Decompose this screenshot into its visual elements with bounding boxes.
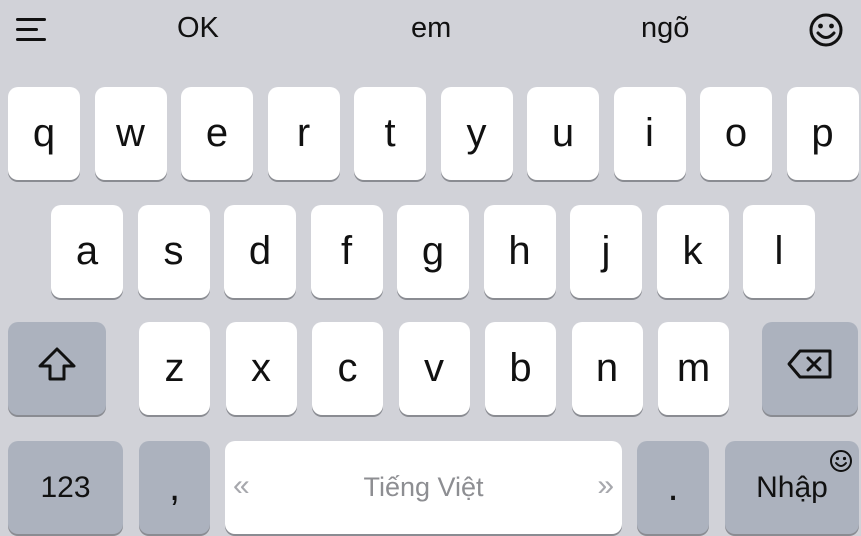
keyboard: OK em ngõ q w e r t y u i o p a s d f g h j k l z x c v b n m 1… <box>0 0 861 536</box>
key-label: s <box>163 229 184 273</box>
key-l[interactable]: l <box>743 205 815 298</box>
key-y[interactable]: y <box>440 87 513 180</box>
key-label: l <box>774 229 784 273</box>
key-n[interactable]: n <box>571 322 643 415</box>
key-h[interactable]: h <box>483 205 556 298</box>
key-e[interactable]: e <box>181 87 253 180</box>
key-j[interactable]: j <box>570 205 642 298</box>
key-label: r <box>296 111 311 155</box>
suggestion-bar: OK em ngõ <box>0 0 861 62</box>
key-i[interactable]: i <box>613 87 686 180</box>
enter-key[interactable]: Nhập <box>725 441 859 534</box>
key-label: p <box>811 111 834 155</box>
key-s[interactable]: s <box>137 205 210 298</box>
key-d[interactable]: d <box>224 205 296 298</box>
key-label: d <box>248 229 272 273</box>
numbers-key[interactable]: 123 <box>8 441 123 534</box>
key-label: e <box>205 111 229 155</box>
chevron-left-icon: « <box>233 469 250 502</box>
key-label: a <box>75 229 99 273</box>
key-label: n <box>595 346 619 390</box>
key-u[interactable]: u <box>527 87 599 180</box>
key-label: x <box>251 346 271 390</box>
key-label: h <box>508 229 531 273</box>
backspace-icon <box>786 346 834 391</box>
suggestion-3[interactable]: ngõ <box>641 12 689 45</box>
key-label: q <box>32 111 56 155</box>
key-g[interactable]: g <box>397 205 469 298</box>
backspace-key[interactable] <box>762 322 858 415</box>
menu-icon[interactable] <box>16 14 56 46</box>
key-label: v <box>424 346 444 390</box>
comma-key[interactable]: , <box>139 441 210 534</box>
key-o[interactable]: o <box>700 87 772 180</box>
key-label: z <box>164 346 185 390</box>
key-label: g <box>421 229 445 273</box>
key-label: m <box>676 346 711 390</box>
key-f[interactable]: f <box>310 205 383 298</box>
key-label: b <box>509 346 532 390</box>
key-label: w <box>116 111 145 155</box>
numbers-key-label: 123 <box>40 470 91 504</box>
suggestion-2[interactable]: em <box>411 12 451 45</box>
shift-key[interactable] <box>8 322 106 415</box>
key-label: u <box>551 111 575 155</box>
key-a[interactable]: a <box>51 205 123 298</box>
key-m[interactable]: m <box>658 322 729 415</box>
key-label: i <box>645 111 654 155</box>
key-label: o <box>724 111 748 155</box>
key-x[interactable]: x <box>225 322 297 415</box>
key-k[interactable]: k <box>656 205 729 298</box>
key-t[interactable]: t <box>354 87 426 180</box>
shift-arrow-icon <box>37 346 77 392</box>
space-key-label: Tiếng Việt <box>363 472 484 502</box>
period-key-label: . <box>667 465 679 509</box>
comma-key-label: , <box>168 465 181 509</box>
key-c[interactable]: c <box>312 322 383 415</box>
key-label: y <box>466 111 487 155</box>
smiley-face-icon <box>829 447 853 472</box>
period-key[interactable]: . <box>637 441 709 534</box>
smiley-face-icon[interactable] <box>808 12 844 48</box>
enter-key-label: Nhập <box>756 470 828 504</box>
key-z[interactable]: z <box>139 322 210 415</box>
key-b[interactable]: b <box>485 322 556 415</box>
key-p[interactable]: p <box>786 87 859 180</box>
key-label: j <box>601 229 611 273</box>
key-v[interactable]: v <box>398 322 470 415</box>
key-label: f <box>340 229 353 273</box>
key-r[interactable]: r <box>267 87 340 180</box>
key-label: t <box>384 111 396 155</box>
key-q[interactable]: q <box>8 87 80 180</box>
space-key[interactable]: « Tiếng Việt » <box>225 441 622 534</box>
chevron-right-icon: » <box>597 469 614 502</box>
key-label: c <box>337 346 358 390</box>
key-w[interactable]: w <box>94 87 167 180</box>
key-label: k <box>682 229 703 273</box>
suggestion-1[interactable]: OK <box>177 12 219 45</box>
